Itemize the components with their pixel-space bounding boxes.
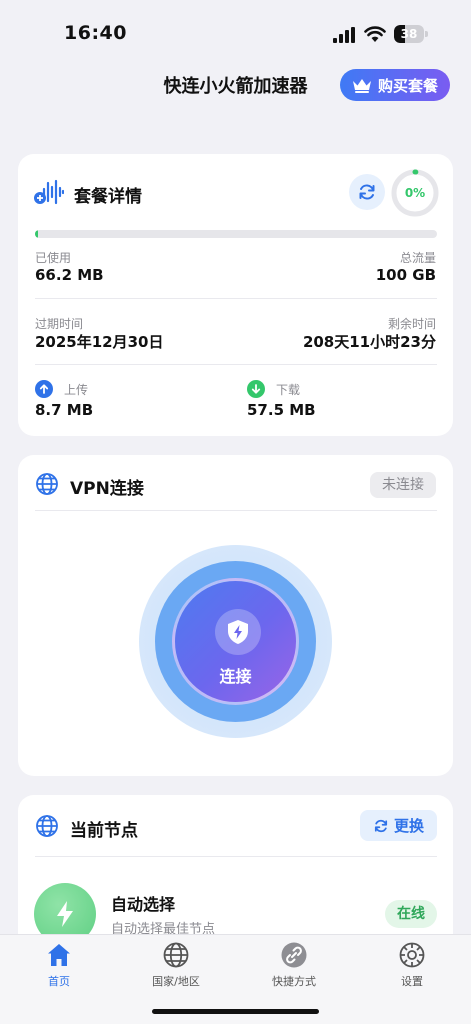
tab-home[interactable]: 首页: [19, 941, 99, 989]
remain-label: 剩余时间: [387, 317, 436, 331]
total-label: 总流量: [399, 251, 436, 265]
change-node-button[interactable]: 更换: [360, 810, 437, 841]
connect-button-area: 连接: [139, 545, 332, 738]
refresh-icon: [359, 184, 375, 200]
home-icon: [48, 944, 70, 966]
tab-countries[interactable]: 国家/地区: [136, 941, 216, 989]
plan-title: 套餐详情: [74, 187, 142, 207]
download-label: 下载: [276, 383, 301, 397]
plan-card: 套餐详情 0% 已使用 总流量 66.2 MB 100 GB 过期时间 剩余时间…: [18, 154, 453, 436]
upload-label: 上传: [64, 383, 89, 397]
tab-settings[interactable]: 设置: [372, 941, 452, 989]
globe-icon: [36, 815, 58, 837]
tab-home-label: 首页: [48, 975, 70, 988]
divider: [35, 364, 437, 365]
connect-button[interactable]: 连接: [172, 578, 299, 705]
settings-icon: [399, 942, 425, 968]
remain-value: 208天11小时23分: [302, 333, 436, 351]
vpn-title: VPN连接: [70, 479, 144, 499]
vpn-status-badge: 未连接: [370, 472, 436, 498]
usage-percent: 0%: [404, 186, 426, 200]
upload-icon: [35, 380, 53, 398]
used-label: 已使用: [35, 251, 72, 265]
tab-countries-label: 国家/地区: [152, 975, 200, 988]
node-title: 当前节点: [70, 821, 138, 841]
battery-icon: 38: [394, 25, 428, 43]
upload-value: 8.7 MB: [35, 401, 94, 419]
expire-value: 2025年12月30日: [35, 333, 164, 351]
divider: [35, 298, 437, 299]
connect-label: 连接: [219, 667, 252, 686]
status-time: 16:40: [64, 22, 127, 44]
expire-label: 过期时间: [35, 317, 84, 331]
home-indicator: [152, 1009, 319, 1014]
tab-shortcuts[interactable]: 快捷方式: [254, 941, 334, 989]
divider: [35, 856, 437, 857]
download-value: 57.5 MB: [247, 401, 316, 419]
soundwave-icon: [34, 179, 64, 205]
used-value: 66.2 MB: [35, 266, 104, 284]
buy-plan-label: 购买套餐: [377, 76, 438, 95]
refresh-button[interactable]: [349, 174, 385, 210]
wifi-icon: [364, 26, 386, 42]
buy-plan-button[interactable]: 购买套餐: [340, 69, 450, 101]
globe-icon: [163, 942, 189, 968]
usage-progress-bar: [35, 230, 437, 238]
battery-level: 38: [400, 27, 418, 41]
tab-settings-label: 设置: [401, 975, 423, 988]
change-node-label: 更换: [393, 817, 424, 835]
vpn-card: VPN连接 未连接 连接: [18, 455, 453, 776]
tab-shortcuts-label: 快捷方式: [272, 975, 316, 988]
globe-icon: [36, 473, 58, 495]
refresh-icon: [374, 819, 388, 832]
link-icon: [281, 942, 307, 968]
shield-bolt-icon: [215, 609, 261, 655]
divider: [35, 510, 437, 511]
node-status-badge: 在线: [385, 900, 437, 928]
node-name: 自动选择: [111, 895, 176, 914]
signal-icon: [333, 27, 355, 43]
total-value: 100 GB: [375, 266, 436, 284]
crown-icon: [352, 79, 371, 93]
status-bar: 16:40 38: [0, 0, 471, 60]
download-icon: [247, 380, 265, 398]
